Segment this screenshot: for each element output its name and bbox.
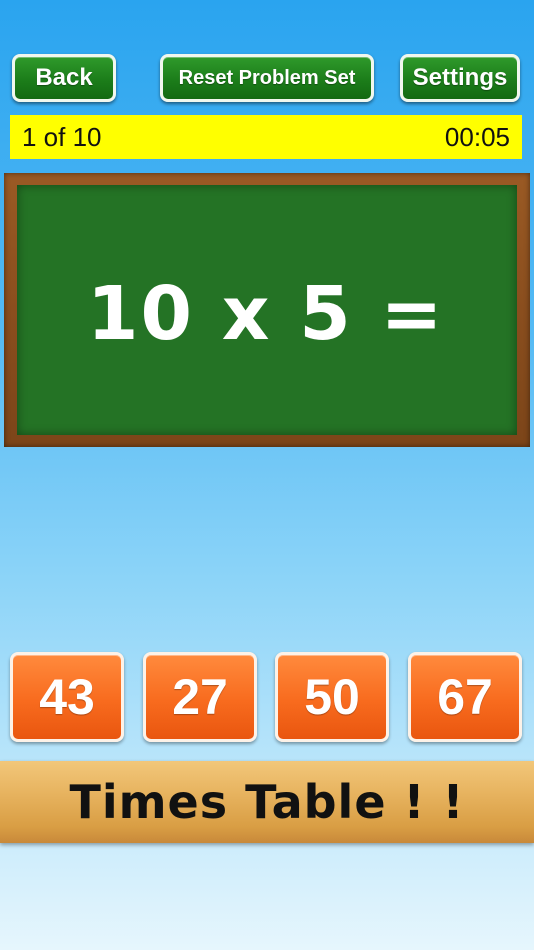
status-bar: 1 of 10 00:05	[10, 115, 522, 159]
answer-button-1[interactable]: 43	[10, 652, 124, 742]
title-plank: Times Table ! !	[0, 761, 534, 843]
timer: 00:05	[444, 121, 510, 152]
chalkboard-frame: 10 x 5 =	[4, 173, 530, 447]
problem-equation: 10 x 5 =	[87, 271, 445, 357]
back-button-label: Back	[35, 64, 93, 91]
answer-button-2[interactable]: 27	[143, 652, 257, 742]
answer-value: 67	[437, 669, 493, 725]
answer-button-3[interactable]: 50	[275, 652, 389, 742]
reset-problem-set-button[interactable]: Reset Problem Set	[160, 54, 374, 102]
reset-button-label: Reset Problem Set	[178, 66, 356, 89]
back-button[interactable]: Back	[12, 54, 116, 102]
app-title: Times Table ! !	[69, 775, 465, 829]
progress-counter: 1 of 10	[22, 121, 102, 152]
settings-button[interactable]: Settings	[400, 54, 520, 102]
chalkboard: 10 x 5 =	[17, 185, 517, 435]
answer-choices: 43 27 50 67	[10, 652, 524, 744]
settings-button-label: Settings	[412, 64, 508, 91]
answer-value: 43	[39, 669, 95, 725]
answer-value: 27	[172, 669, 228, 725]
answer-button-4[interactable]: 67	[408, 652, 522, 742]
answer-value: 50	[304, 669, 360, 725]
